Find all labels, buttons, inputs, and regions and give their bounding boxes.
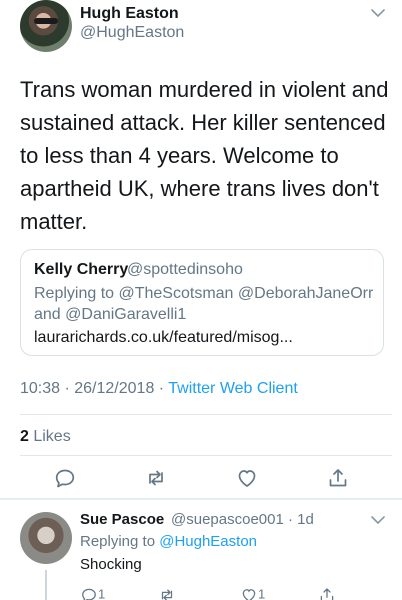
tweet-meta: 10:38 · 26/12/2018 · Twitter Web Client bbox=[20, 380, 298, 398]
thread-line bbox=[45, 570, 47, 600]
likes-number: 2 bbox=[20, 428, 29, 445]
avatar-glasses bbox=[34, 18, 58, 24]
reply-icon bbox=[82, 588, 96, 600]
replying-mention[interactable]: @HughEaston bbox=[159, 533, 257, 550]
chevron-down-icon[interactable] bbox=[371, 8, 385, 18]
quoted-tweet[interactable]: Kelly Cherry @spottedinsoho Replying to … bbox=[20, 249, 384, 356]
client-link[interactable]: Twitter Web Client bbox=[168, 380, 298, 397]
reply-icon[interactable] bbox=[53, 466, 77, 490]
quoted-author-name: Kelly Cherry bbox=[34, 261, 129, 278]
reply-author-name[interactable]: Sue Pascoe bbox=[80, 511, 164, 528]
chevron-down-icon[interactable] bbox=[371, 515, 385, 525]
timestamp: 10:38 · 26/12/2018 · bbox=[20, 380, 169, 397]
retweet-icon bbox=[161, 589, 173, 600]
reply-share-button[interactable] bbox=[318, 586, 336, 600]
avatar[interactable] bbox=[20, 512, 72, 564]
quoted-replying-to: Replying to @TheScotsman @DeborahJaneOrr… bbox=[34, 285, 374, 323]
reply-tweet[interactable]: Sue Pascoe @suepascoe001 · 1d Replying t… bbox=[0, 500, 402, 600]
share-icon[interactable] bbox=[326, 466, 350, 490]
reply-like-button[interactable]: 1 bbox=[240, 586, 265, 600]
action-bar bbox=[0, 466, 402, 492]
reply-text: Shocking bbox=[80, 556, 142, 573]
reply-action-bar: 1 1 bbox=[80, 586, 400, 600]
divider bbox=[20, 455, 392, 456]
tweet-text: Trans woman murdered in violent and sust… bbox=[20, 77, 389, 234]
quoted-author-handle: @spottedinsoho bbox=[127, 261, 243, 278]
share-icon bbox=[320, 588, 334, 600]
reply-replying-to: Replying to @HughEaston bbox=[80, 533, 257, 550]
author-handle[interactable]: @HughEaston bbox=[80, 24, 184, 42]
likes-label: Likes bbox=[28, 428, 71, 445]
author-name[interactable]: Hugh Easton bbox=[80, 5, 179, 23]
quoted-link[interactable]: laurarichards.co.uk/featured/misog... bbox=[34, 329, 293, 347]
avatar[interactable] bbox=[20, 0, 72, 52]
divider bbox=[20, 414, 392, 415]
reply-count: 1 bbox=[98, 586, 106, 600]
heart-icon[interactable] bbox=[235, 466, 259, 490]
likes-count[interactable]: 2 Likes bbox=[20, 428, 71, 446]
replying-prefix: Replying to bbox=[80, 533, 160, 550]
retweet-icon[interactable] bbox=[144, 466, 168, 490]
reply-author-handle[interactable]: @suepascoe001 · 1d bbox=[171, 511, 314, 528]
reply-retweet-button[interactable] bbox=[158, 586, 176, 600]
reply-reply-button[interactable]: 1 bbox=[80, 586, 105, 600]
reply-like-count: 1 bbox=[258, 586, 266, 600]
heart-icon bbox=[242, 589, 256, 600]
